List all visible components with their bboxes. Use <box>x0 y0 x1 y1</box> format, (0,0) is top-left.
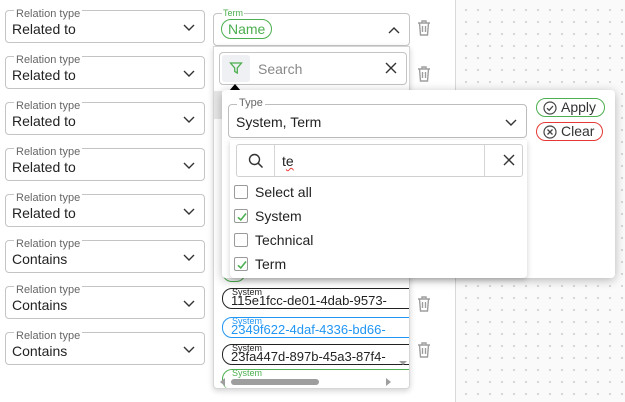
relation-type-select[interactable]: Relation type Contains <box>5 329 205 365</box>
search-query-end: e <box>285 153 294 169</box>
term-chip[interactable]: Name <box>221 19 273 39</box>
relation-type-value: Contains <box>12 251 68 267</box>
cancel-circle-icon <box>543 125 557 139</box>
apply-button[interactable]: Apply <box>536 98 606 117</box>
relation-type-field[interactable]: Relation type Contains <box>5 284 205 319</box>
check-icon <box>237 261 247 270</box>
check-icon <box>237 213 247 222</box>
chevron-down-icon <box>183 162 195 169</box>
term-search-box[interactable]: Search <box>219 52 407 85</box>
relation-type-field[interactable]: Relation type Related to <box>5 8 205 43</box>
type-value: System, Term <box>236 114 322 130</box>
option-label: System <box>255 208 302 224</box>
scroll-right-icon[interactable] <box>384 378 392 386</box>
option-label: Technical <box>255 232 314 248</box>
checkbox[interactable] <box>234 233 248 247</box>
result-id: 2349f622-4daf-4336-bd66- <box>231 322 386 337</box>
trash-icon[interactable] <box>416 295 432 313</box>
scroll-left-icon[interactable] <box>219 378 227 386</box>
clear-button[interactable]: Clear <box>536 122 604 141</box>
relation-type-field[interactable]: Relation type Contains <box>5 238 205 273</box>
option-system[interactable]: System <box>234 205 514 227</box>
option-label: Select all <box>255 184 312 200</box>
relation-type-select[interactable]: Relation type Related to <box>5 145 205 181</box>
relation-type-label: Relation type <box>14 284 83 296</box>
relation-type-value: Related to <box>12 67 76 83</box>
filter-icon <box>229 62 243 75</box>
check-circle-icon <box>543 101 557 115</box>
option-label: Term <box>255 256 287 272</box>
filter-button[interactable] <box>222 55 250 82</box>
relation-type-value: Contains <box>12 343 68 359</box>
clear-label: Clear <box>561 123 595 139</box>
trash-icon[interactable] <box>416 19 432 37</box>
chevron-down-icon <box>183 116 195 123</box>
chevron-down-icon <box>183 70 195 77</box>
type-label: Type <box>237 97 265 109</box>
relation-type-label: Relation type <box>14 8 83 20</box>
checkbox[interactable] <box>234 209 248 223</box>
relation-type-value: Related to <box>12 205 76 221</box>
option-term[interactable]: Term <box>234 253 514 275</box>
result-item[interactable]: System 2349f622-4daf-4336-bd66- <box>222 317 409 338</box>
type-select[interactable]: Type System, Term <box>228 97 527 138</box>
relation-type-field[interactable]: Relation type Related to <box>5 100 205 135</box>
close-icon[interactable] <box>502 153 516 167</box>
relation-type-label: Relation type <box>14 146 83 158</box>
chevron-down-icon <box>183 208 195 215</box>
type-options-dropdown: te Select all System Technical Term <box>230 140 527 278</box>
chevron-up-icon[interactable] <box>387 23 401 37</box>
checkbox[interactable] <box>234 185 248 199</box>
relation-type-label: Relation type <box>14 54 83 66</box>
relation-type-field[interactable]: Relation type Related to <box>5 146 205 181</box>
search-divider <box>274 145 275 176</box>
chevron-down-icon <box>505 119 517 126</box>
trash-icon[interactable] <box>416 65 432 83</box>
relation-type-label: Relation type <box>14 192 83 204</box>
chevron-down-icon <box>183 346 195 353</box>
relation-type-select[interactable]: Relation type Related to <box>5 99 205 135</box>
relation-type-field[interactable]: Relation type Related to <box>5 192 205 227</box>
scroll-down-icon[interactable] <box>398 359 408 367</box>
relation-type-value: Contains <box>12 297 68 313</box>
relation-type-select[interactable]: Relation type Contains <box>5 237 205 273</box>
result-id: 115e1fcc-de01-4dab-9573- <box>231 293 387 308</box>
search-input[interactable]: Search <box>258 61 302 77</box>
term-label: Term <box>222 8 244 18</box>
relation-type-field[interactable]: Relation type Contains <box>5 330 205 365</box>
search-icon <box>248 153 264 169</box>
relation-type-label: Relation type <box>14 330 83 342</box>
scrollbar-thumb[interactable] <box>231 379 319 385</box>
term-select[interactable]: Term Name <box>213 8 410 46</box>
selected-row-highlight <box>214 91 222 119</box>
result-item[interactable]: System 115e1fcc-de01-4dab-9573- <box>222 288 409 309</box>
checkbox[interactable] <box>234 257 248 271</box>
close-icon[interactable] <box>384 61 398 75</box>
apply-label: Apply <box>561 99 597 115</box>
trash-icon[interactable] <box>416 341 432 359</box>
relation-type-select[interactable]: Relation type Related to <box>5 53 205 89</box>
option-technical[interactable]: Technical <box>234 229 514 251</box>
type-search-input[interactable]: te <box>282 153 294 169</box>
chevron-down-icon <box>183 254 195 261</box>
chevron-down-icon <box>183 24 195 31</box>
relation-type-value: Related to <box>12 113 76 129</box>
type-search-box[interactable]: te <box>236 144 523 177</box>
relation-type-select[interactable]: Relation type Contains <box>5 283 205 319</box>
horizontal-scrollbar[interactable] <box>214 375 409 388</box>
relation-type-label: Relation type <box>14 238 83 250</box>
relation-type-label: Relation type <box>14 100 83 112</box>
relation-type-select[interactable]: Relation type Related to <box>5 191 205 227</box>
search-divider <box>484 145 485 176</box>
option-select-all[interactable]: Select all <box>234 181 514 203</box>
relation-type-field[interactable]: Relation type Related to <box>5 54 205 89</box>
result-item[interactable]: System 23fa447d-897b-45a3-87f4- <box>222 344 409 365</box>
relation-type-value: Related to <box>12 21 76 37</box>
chevron-down-icon <box>183 300 195 307</box>
result-id: 23fa447d-897b-45a3-87f4- <box>231 349 386 364</box>
relation-type-select[interactable]: Relation type Related to <box>5 7 205 43</box>
type-filter-panel: Type System, Term Apply Clear te Select … <box>222 90 615 278</box>
relation-type-value: Related to <box>12 159 76 175</box>
